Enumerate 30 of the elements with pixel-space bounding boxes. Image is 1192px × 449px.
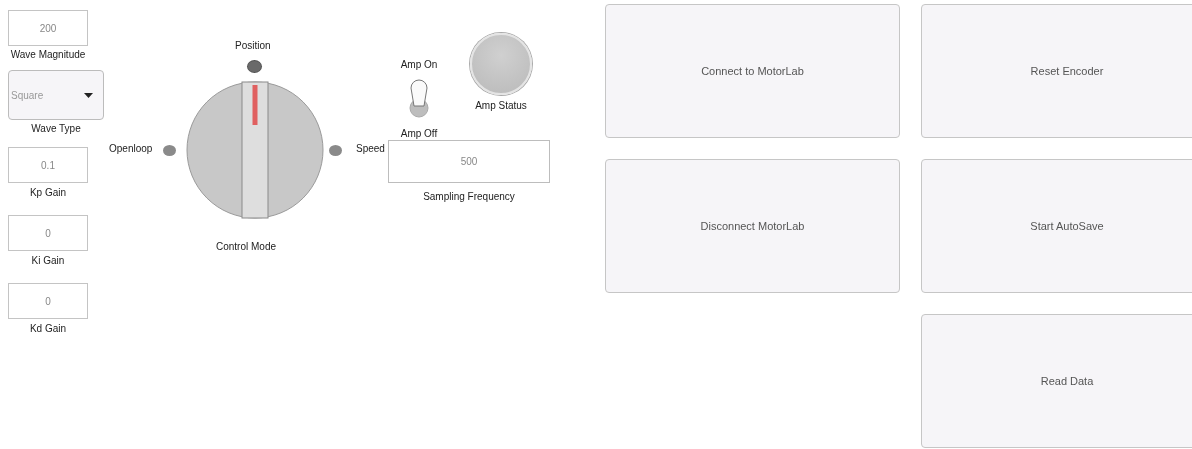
- amp-toggle-switch[interactable]: [408, 78, 430, 118]
- action-button[interactable]: Disconnect MotorLab: [605, 159, 900, 293]
- field-label: Sampling Frequency: [422, 191, 516, 203]
- mode-indicator-dot[interactable]: [248, 61, 261, 72]
- number-field[interactable]: 0.1: [8, 147, 88, 183]
- field-label: Kd Gain: [29, 323, 67, 335]
- mode-indicator-dot[interactable]: [329, 145, 342, 156]
- sampling-frequency-field[interactable]: 500: [388, 140, 550, 183]
- field-label: Wave Magnitude: [10, 49, 86, 61]
- wave-type-dropdown[interactable]: Square: [8, 70, 104, 120]
- action-button[interactable]: Read Data: [921, 314, 1192, 448]
- mode-label: Openloop: [109, 143, 153, 154]
- field-label: Kp Gain: [29, 187, 67, 199]
- caret-icon: [84, 92, 93, 98]
- number-field[interactable]: 0: [8, 215, 88, 251]
- knob-label: Control Mode: [216, 241, 277, 252]
- action-button[interactable]: Reset Encoder: [921, 4, 1192, 138]
- number-field[interactable]: 0: [8, 283, 88, 319]
- lamp-label: Amp Status: [475, 100, 527, 112]
- control-mode-knob[interactable]: [186, 81, 324, 219]
- mode-indicator-dot[interactable]: [163, 145, 176, 156]
- switch-label: Amp On: [400, 59, 438, 71]
- mode-label: Position: [235, 40, 271, 51]
- field-label: Wave Type: [31, 123, 81, 135]
- switch-label: Amp Off: [400, 128, 438, 140]
- field-label: Ki Gain: [31, 255, 65, 267]
- action-button[interactable]: Start AutoSave: [921, 159, 1192, 293]
- action-button[interactable]: Connect to MotorLab: [605, 4, 900, 138]
- number-field[interactable]: 200: [8, 10, 88, 46]
- mode-label: Speed: [356, 143, 385, 154]
